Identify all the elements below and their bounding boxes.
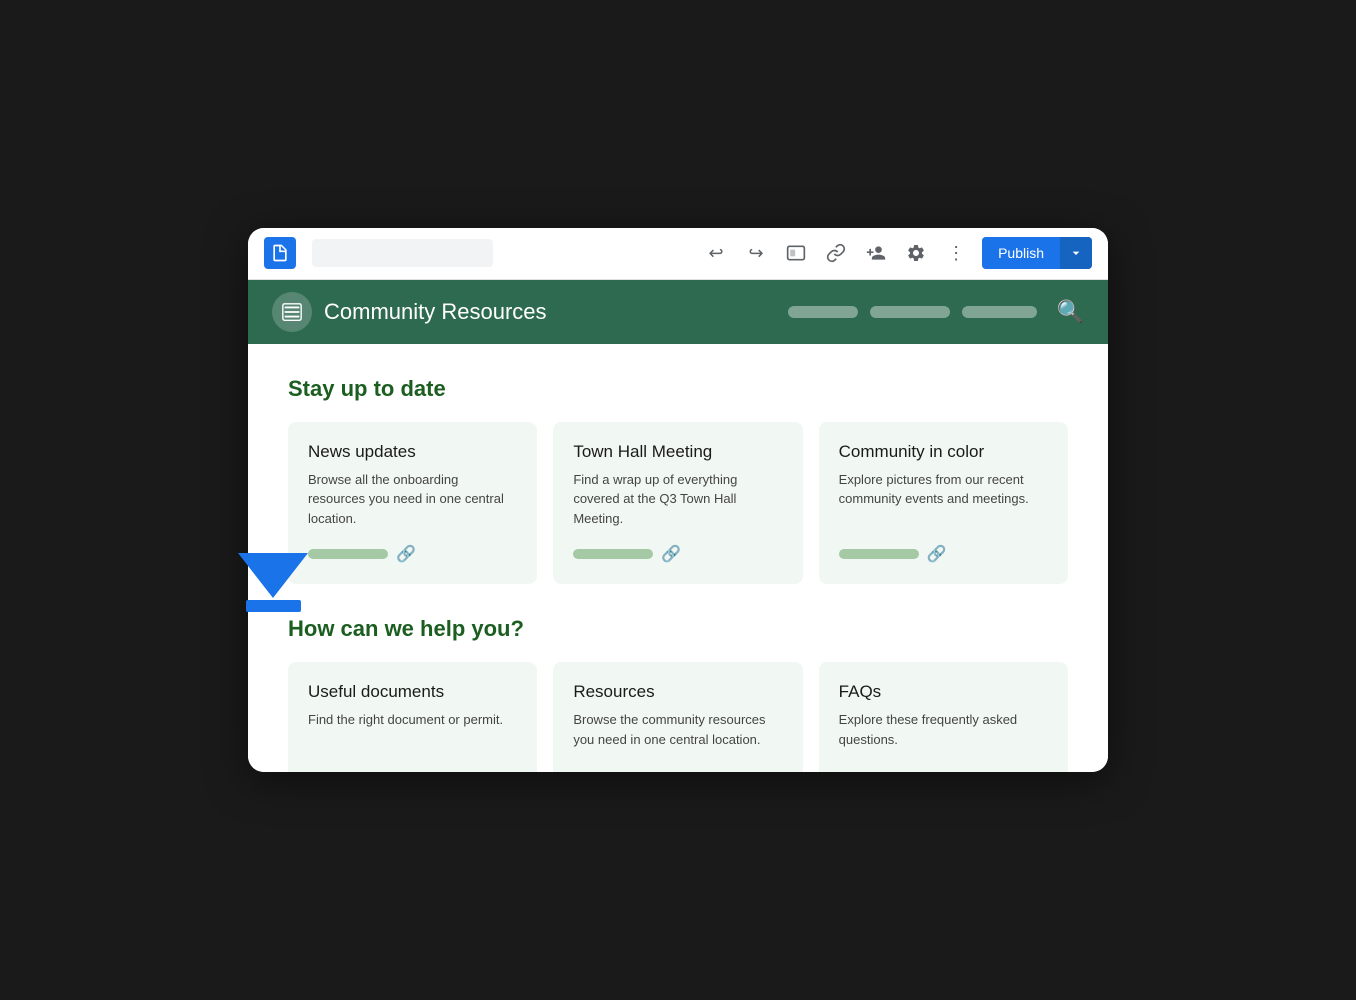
site-search-icon[interactable]: 🔍 (1057, 299, 1084, 325)
card-1-footer: 🔗 (308, 544, 517, 564)
card-grid-1: News updates Browse all the onboarding r… (288, 422, 1068, 585)
card-2-link-icon[interactable]: 🔗 (661, 544, 681, 564)
card-3-link-bar (839, 549, 919, 559)
nav-placeholder-2[interactable] (870, 306, 950, 318)
nav-placeholder-1[interactable] (788, 306, 858, 318)
resources-card[interactable]: Resources Browse the community resources… (553, 662, 802, 772)
toolbar: ↩ ↪ ⋮ Publish (248, 228, 1108, 280)
card-3-footer: 🔗 (839, 544, 1048, 564)
bottom-card-2-title: Resources (573, 682, 782, 702)
more-button[interactable]: ⋮ (938, 235, 974, 271)
card-1-title: News updates (308, 442, 517, 462)
publish-button-group: Publish (982, 237, 1092, 269)
community-in-color-card[interactable]: Community in color Explore pictures from… (819, 422, 1068, 585)
card-1-desc: Browse all the onboarding resources you … (308, 470, 517, 529)
publish-dropdown-button[interactable] (1060, 237, 1092, 269)
useful-documents-card[interactable]: Useful documents Find the right document… (288, 662, 537, 772)
document-title-placeholder (312, 239, 493, 267)
site-nav (788, 306, 1037, 318)
undo-button[interactable]: ↩ (698, 235, 734, 271)
card-3-desc: Explore pictures from our recent communi… (839, 470, 1048, 529)
site-logo-icon (281, 301, 303, 323)
docs-icon (270, 243, 290, 263)
card-2-link-bar (573, 549, 653, 559)
card-1-link-icon[interactable]: 🔗 (396, 544, 416, 564)
card-1-link-bar (308, 549, 388, 559)
site-header: Community Resources 🔍 (248, 280, 1108, 344)
section-1-title: Stay up to date (288, 376, 1068, 402)
app-logo (264, 237, 296, 269)
card-3-title: Community in color (839, 442, 1048, 462)
toolbar-icons: ↩ ↪ ⋮ (698, 235, 974, 271)
card-2-desc: Find a wrap up of everything covered at … (573, 470, 782, 529)
faqs-card[interactable]: FAQs Explore these frequently asked ques… (819, 662, 1068, 772)
publish-button[interactable]: Publish (982, 237, 1060, 269)
site-title: Community Resources (324, 299, 776, 325)
bottom-card-3-desc: Explore these frequently asked questions… (839, 710, 1048, 749)
preview-button[interactable] (778, 235, 814, 271)
town-hall-card[interactable]: Town Hall Meeting Find a wrap up of ever… (553, 422, 802, 585)
app-window: ↩ ↪ ⋮ Publish (248, 228, 1108, 773)
section-help: How can we help you? Useful documents Fi… (288, 616, 1068, 772)
site-logo (272, 292, 312, 332)
bottom-card-3-title: FAQs (839, 682, 1048, 702)
bottom-card-1-desc: Find the right document or permit. (308, 710, 517, 730)
link-button[interactable] (818, 235, 854, 271)
section-2-title: How can we help you? (288, 616, 1068, 642)
site-content: Stay up to date News updates Browse all … (248, 344, 1108, 773)
bottom-card-2-desc: Browse the community resources you need … (573, 710, 782, 749)
redo-button[interactable]: ↪ (738, 235, 774, 271)
card-grid-2: Useful documents Find the right document… (288, 662, 1068, 772)
card-3-link-icon[interactable]: 🔗 (927, 544, 947, 564)
bottom-card-1-title: Useful documents (308, 682, 517, 702)
nav-placeholder-3[interactable] (962, 306, 1037, 318)
news-updates-card[interactable]: News updates Browse all the onboarding r… (288, 422, 537, 585)
card-2-footer: 🔗 (573, 544, 782, 564)
settings-button[interactable] (898, 235, 934, 271)
add-person-button[interactable] (858, 235, 894, 271)
section-stay-up-to-date: Stay up to date News updates Browse all … (288, 376, 1068, 585)
card-2-title: Town Hall Meeting (573, 442, 782, 462)
